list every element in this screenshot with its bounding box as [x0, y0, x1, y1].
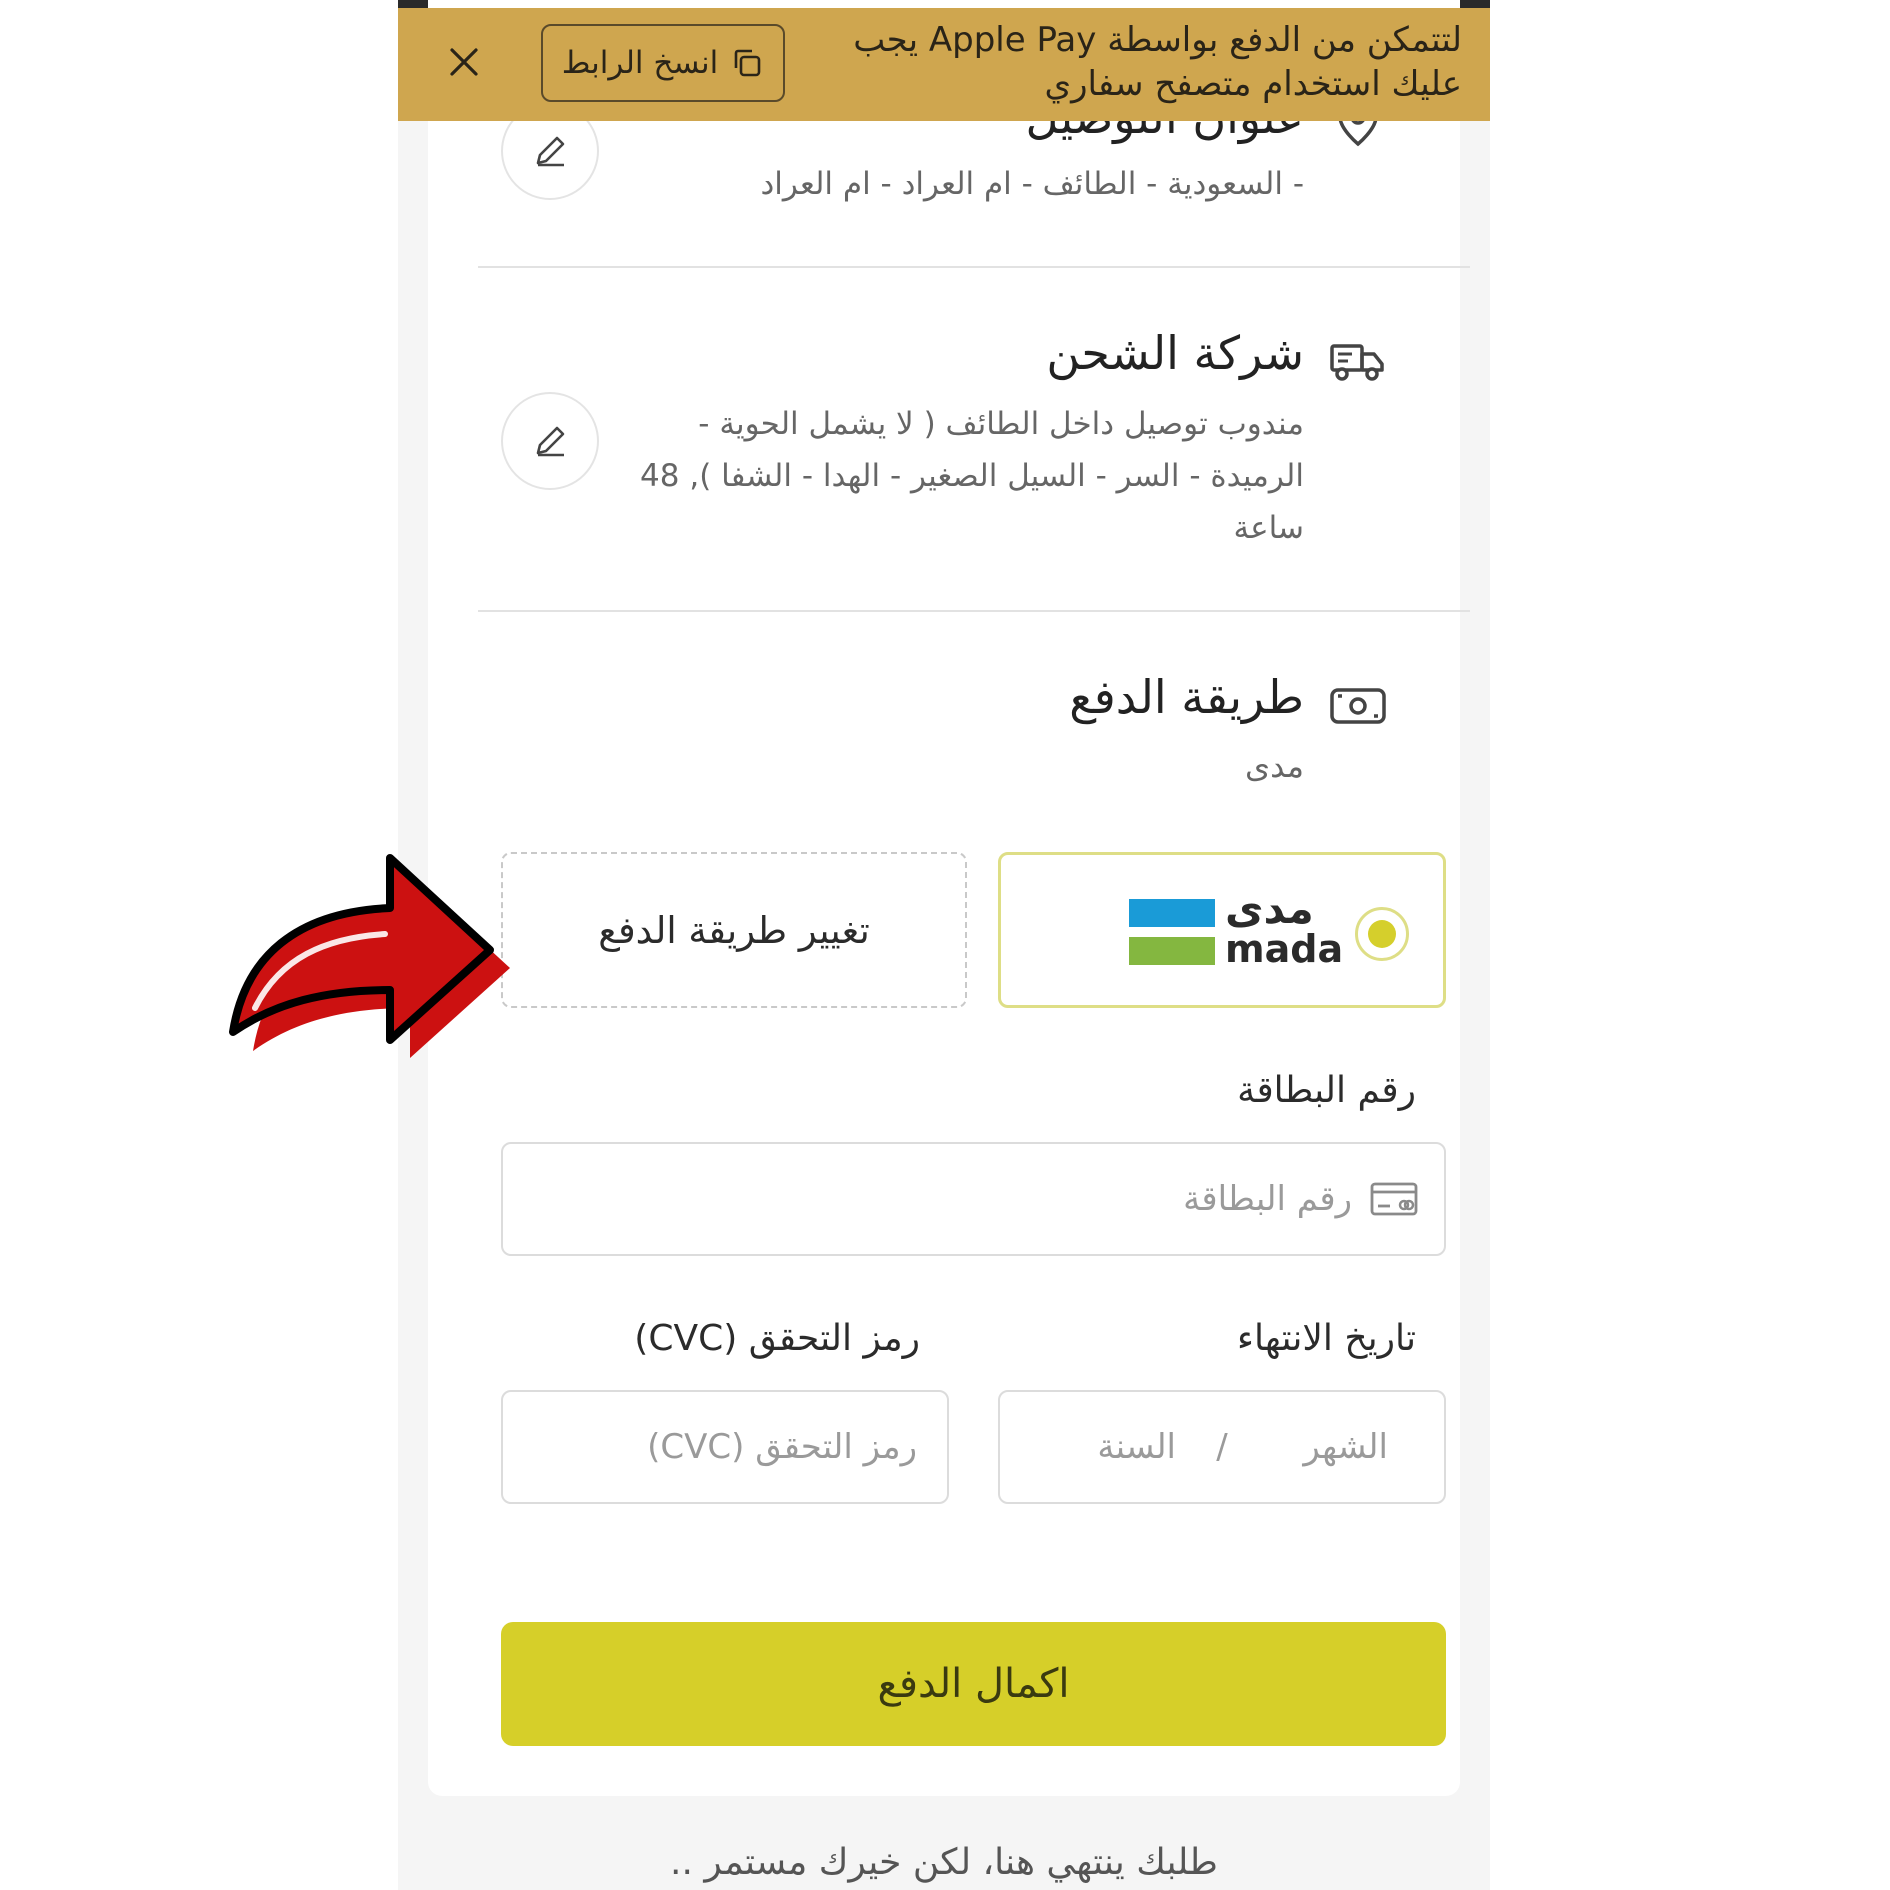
address-text: - السعودية - الطائف - ام العراد - ام الع…: [760, 166, 1305, 202]
complete-payment-button[interactable]: اكمال الدفع: [501, 1622, 1446, 1746]
copy-link-label: انسخ الرابط: [561, 45, 719, 81]
shipping-title: شركة الشحن: [1046, 326, 1304, 380]
expiry-year-input[interactable]: [1056, 1427, 1176, 1467]
pencil-icon: [536, 136, 565, 167]
mada-logo-arabic: مدى: [1225, 884, 1314, 933]
shipping-text: مندوب توصيل داخل الطائف ( لا يشمل الحوية…: [640, 406, 1304, 546]
card-number-label: رقم البطاقة: [1237, 1070, 1416, 1111]
curved-arrow-icon: [229, 854, 510, 1058]
mada-logo-blue-bar: [1129, 899, 1215, 927]
section-divider: [478, 610, 1470, 612]
apple-pay-notice-text: لتتمكن من الدفع بواسطة Apple Pay يجب علي…: [853, 20, 1462, 104]
credit-card-icon: [1370, 1182, 1418, 1216]
checkout-screen: عنوان التوصيل - السعودية - الطائف - ام ا…: [398, 0, 1490, 1890]
change-payment-method-button[interactable]: تغيير طريقة الدفع: [501, 852, 967, 1008]
footer-message: طلبك ينتهي هنا، لكن خيرك مستمر ..: [670, 1842, 1218, 1883]
cvc-input[interactable]: [533, 1427, 917, 1467]
cvc-label: رمز التحقق (CVC): [634, 1318, 920, 1359]
expiry-month-input[interactable]: [1268, 1427, 1388, 1467]
expiry-separator: /: [1216, 1427, 1228, 1467]
radio-selected-dot: [1368, 920, 1396, 948]
mada-option[interactable]: مدى mada: [998, 852, 1446, 1008]
mada-logo: مدى mada: [1129, 887, 1343, 971]
card-number-input[interactable]: [529, 1179, 1352, 1219]
expiry-label: تاريخ الانتهاء: [1237, 1318, 1416, 1359]
truck-icon: [1330, 344, 1384, 381]
expiry-field[interactable]: /: [998, 1390, 1446, 1504]
payment-title: طريقة الدفع: [1069, 670, 1304, 724]
mada-radio[interactable]: [1355, 907, 1409, 961]
pencil-icon: [536, 426, 565, 457]
checkout-card: عنوان التوصيل - السعودية - الطائف - ام ا…: [428, 0, 1470, 1796]
close-icon[interactable]: [446, 44, 482, 80]
card-number-field[interactable]: [501, 1142, 1446, 1256]
copy-icon: [734, 49, 761, 77]
mada-logo-english: mada: [1225, 927, 1344, 971]
cash-icon: [1330, 688, 1386, 724]
cvc-field[interactable]: [501, 1390, 949, 1504]
apple-pay-notice-banner: لتتمكن من الدفع بواسطة Apple Pay يجب علي…: [398, 8, 1490, 121]
payment-method-text: مدى: [1245, 747, 1304, 785]
copy-link-button[interactable]: انسخ الرابط: [541, 24, 785, 102]
edit-shipping-button[interactable]: [501, 392, 599, 490]
section-divider: [478, 266, 1470, 268]
mada-logo-green-bar: [1129, 937, 1215, 965]
